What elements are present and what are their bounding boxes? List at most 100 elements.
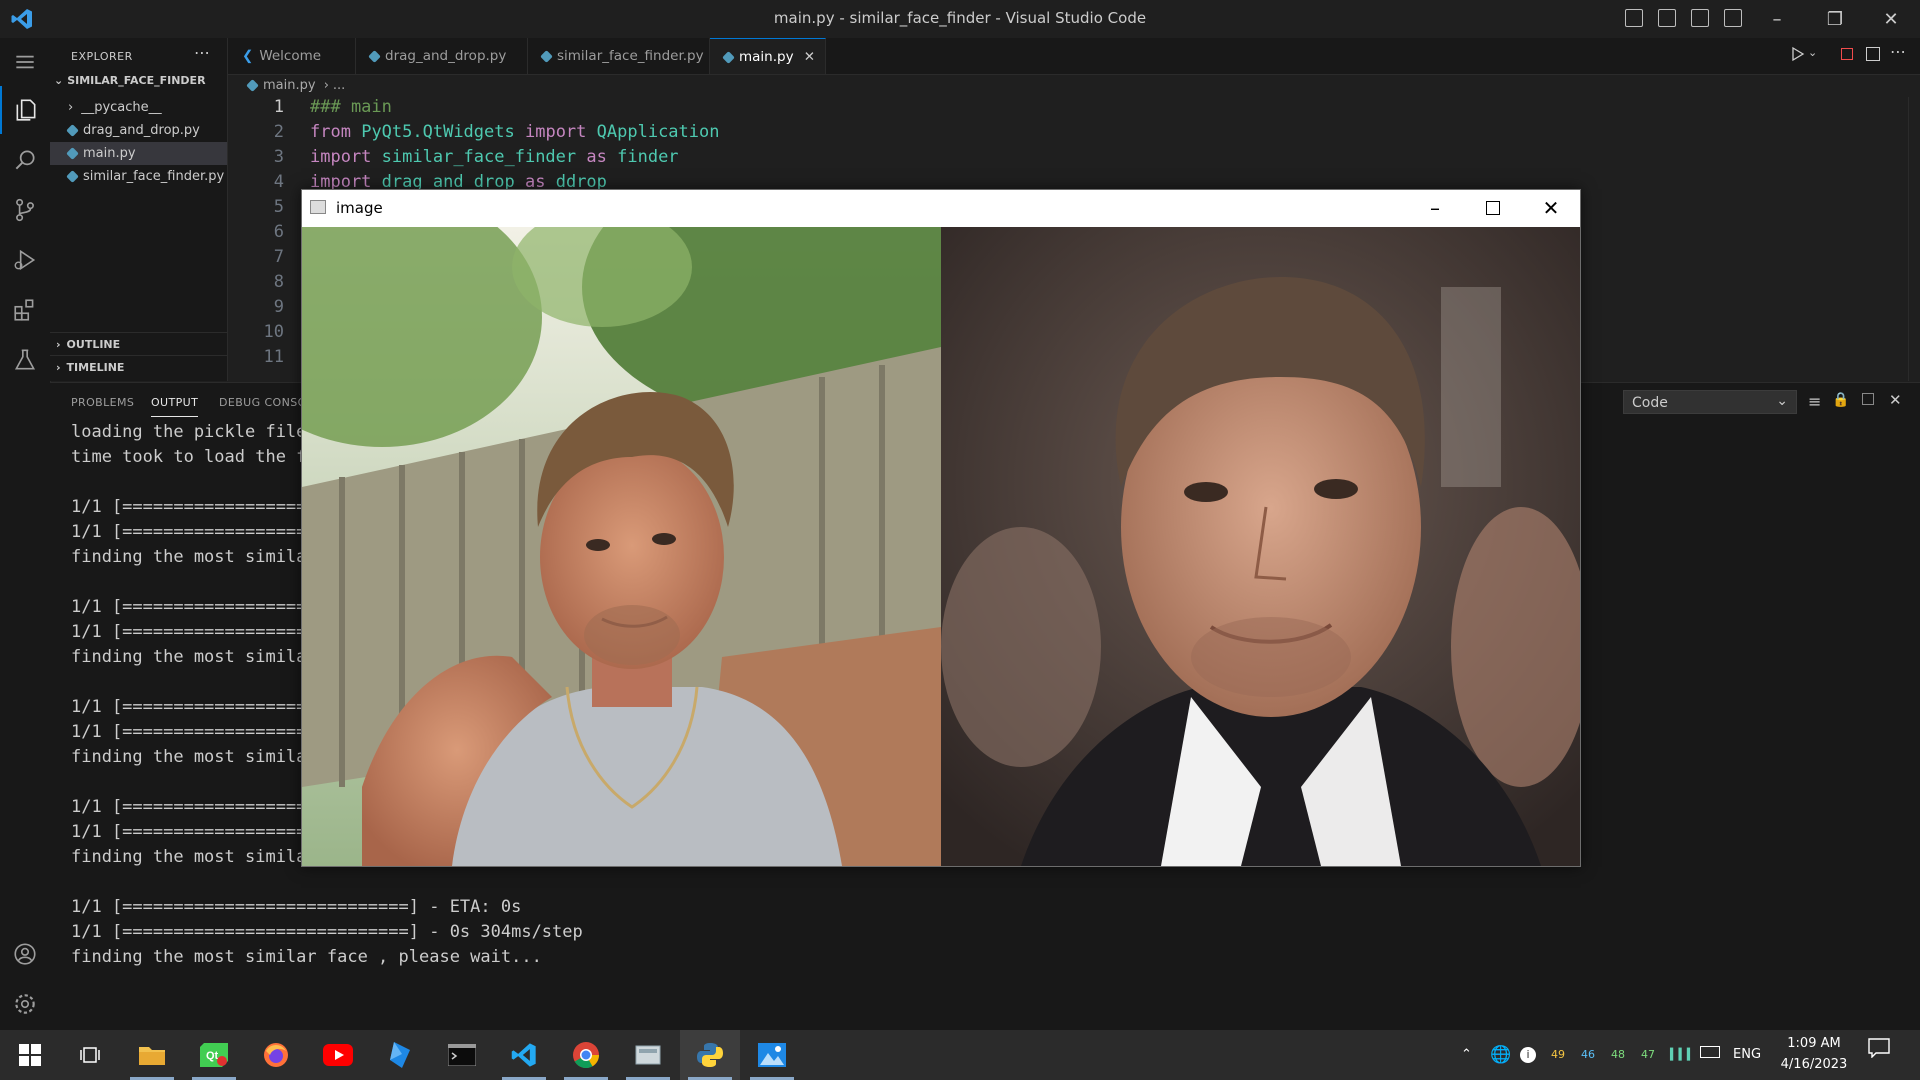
app-icon[interactable] bbox=[370, 1030, 430, 1080]
explorer-icon[interactable] bbox=[0, 86, 50, 134]
close-button[interactable]: ✕ bbox=[1522, 190, 1580, 226]
clear-output-icon[interactable]: ≡ bbox=[1808, 392, 1821, 411]
qt-icon[interactable]: Qt bbox=[184, 1030, 244, 1080]
line-number: 2 bbox=[273, 122, 284, 142]
accessibility-icon[interactable]: i bbox=[1520, 1030, 1536, 1080]
settings-gear-icon[interactable] bbox=[0, 980, 50, 1028]
run-debug-icon[interactable] bbox=[0, 236, 50, 284]
task-view-icon[interactable] bbox=[60, 1030, 120, 1080]
explorer-header: EXPLORER bbox=[71, 50, 133, 63]
outline-section[interactable]: › OUTLINE bbox=[56, 338, 120, 351]
photos-icon[interactable] bbox=[742, 1030, 802, 1080]
chrome-icon[interactable] bbox=[556, 1030, 616, 1080]
minimize-button[interactable]: – bbox=[1748, 0, 1806, 38]
maximize-panel-icon[interactable] bbox=[1862, 393, 1874, 405]
start-icon[interactable] bbox=[0, 1030, 60, 1080]
matched-face-photo bbox=[941, 227, 1580, 866]
tray-counter: 46 bbox=[1581, 1048, 1595, 1061]
clock-time[interactable]: 1:09 AM bbox=[1778, 1034, 1850, 1054]
search-icon[interactable] bbox=[0, 136, 50, 184]
battery-icon[interactable] bbox=[1700, 1030, 1720, 1080]
tab-problems[interactable]: PROBLEMS bbox=[71, 396, 134, 409]
line-number: 4 bbox=[273, 172, 284, 192]
code-token: similar_face_finder bbox=[381, 147, 577, 167]
network-globe-icon[interactable]: 🌐 bbox=[1490, 1030, 1511, 1080]
close-button[interactable]: ✕ bbox=[1862, 0, 1920, 38]
tree-folder-pycache[interactable]: › __pycache__ bbox=[50, 96, 227, 119]
tab-output[interactable]: OUTPUT bbox=[151, 396, 199, 417]
code-token: as bbox=[586, 147, 607, 167]
vscode-icon[interactable] bbox=[494, 1030, 554, 1080]
line-number: 5 bbox=[273, 197, 284, 217]
close-tab-icon[interactable]: ✕ bbox=[804, 39, 815, 75]
testing-icon[interactable] bbox=[0, 336, 50, 384]
extensions-icon[interactable] bbox=[0, 286, 50, 334]
language-indicator[interactable]: ENG bbox=[1733, 1030, 1761, 1080]
code-line: import similar_face_finder as finder bbox=[310, 147, 679, 167]
svg-text:Qt: Qt bbox=[206, 1050, 219, 1062]
accounts-icon[interactable] bbox=[0, 930, 50, 978]
tree-file-main[interactable]: main.py bbox=[50, 142, 227, 165]
file-explorer-icon[interactable] bbox=[122, 1030, 182, 1080]
toggle-panel-icon[interactable] bbox=[1658, 9, 1676, 27]
customize-layout-icon[interactable] bbox=[1724, 9, 1742, 27]
code-token: import bbox=[310, 147, 372, 167]
tab-drag-and-drop[interactable]: drag_and_drop.py bbox=[356, 38, 528, 74]
breadcrumb-file[interactable]: main.py bbox=[263, 78, 316, 93]
output-channel-select[interactable]: Code ⌄ bbox=[1623, 390, 1797, 414]
menu-icon[interactable] bbox=[0, 38, 50, 86]
breadcrumb-symbol[interactable]: ... bbox=[333, 78, 345, 93]
show-hidden-icons[interactable]: ⌃ bbox=[1461, 1030, 1472, 1080]
run-options-chevron-icon[interactable]: ⌄ bbox=[1808, 46, 1817, 59]
tab-similar-face-finder[interactable]: similar_face_finder.py bbox=[528, 38, 710, 74]
image-window[interactable]: image – ✕ bbox=[301, 189, 1581, 867]
maximize-button[interactable] bbox=[1464, 190, 1522, 226]
chevron-down-icon: ⌄ bbox=[54, 74, 64, 87]
output-line: 1/1 [============================] - 0s … bbox=[71, 922, 583, 942]
output-line: 1/1 [============================] - ETA… bbox=[71, 897, 522, 917]
code-token: finder bbox=[617, 147, 679, 167]
toggle-primary-sidebar-icon[interactable] bbox=[1625, 9, 1643, 27]
workspace-root[interactable]: ⌄ SIMILAR_FACE_FINDER bbox=[54, 74, 206, 87]
source-control-icon[interactable] bbox=[0, 186, 50, 234]
notifications-icon[interactable] bbox=[1868, 1030, 1890, 1080]
more-actions-icon[interactable]: ⋯ bbox=[194, 43, 210, 62]
explorer-sidebar: EXPLORER ⋯ ⌄ SIMILAR_FACE_FINDER › __pycac… bbox=[50, 38, 228, 381]
code-token: QApplication bbox=[596, 122, 720, 142]
restore-button[interactable]: ❐ bbox=[1806, 0, 1864, 38]
tree-file-drag-and-drop[interactable]: drag_and_drop.py bbox=[50, 119, 227, 142]
minimize-button[interactable]: – bbox=[1406, 190, 1464, 226]
code-line: ### main bbox=[310, 97, 392, 117]
split-editor-icon[interactable] bbox=[1866, 47, 1880, 61]
firefox-icon[interactable] bbox=[246, 1030, 306, 1080]
output-line: time took to load the file bbox=[71, 447, 338, 467]
stop-icon[interactable] bbox=[1841, 48, 1853, 60]
timeline-section[interactable]: › TIMELINE bbox=[56, 361, 124, 374]
window-app-icon bbox=[310, 200, 326, 214]
clock-date[interactable]: 4/16/2023 bbox=[1772, 1055, 1856, 1075]
code-token: import bbox=[524, 122, 587, 142]
toggle-secondary-sidebar-icon[interactable] bbox=[1691, 9, 1709, 27]
tab-welcome[interactable]: ❮ Welcome bbox=[228, 38, 356, 74]
files-icon[interactable] bbox=[618, 1030, 678, 1080]
python-icon bbox=[540, 49, 553, 63]
editor-scrollbar[interactable] bbox=[1908, 97, 1920, 381]
line-number: 1 bbox=[273, 97, 284, 117]
tray-signal-icon[interactable]: ▍▍▍ bbox=[1670, 1030, 1695, 1080]
terminal-icon[interactable] bbox=[432, 1030, 492, 1080]
youtube-icon[interactable] bbox=[308, 1030, 368, 1080]
tree-file-similar-face-finder[interactable]: similar_face_finder.py bbox=[50, 165, 227, 188]
close-panel-icon[interactable]: ✕ bbox=[1889, 391, 1902, 409]
more-actions-icon[interactable]: ⋯ bbox=[1890, 42, 1906, 61]
chevron-right-icon: › bbox=[56, 361, 61, 374]
tab-main[interactable]: main.py ✕ bbox=[710, 38, 826, 74]
line-number: 11 bbox=[263, 347, 284, 367]
run-python-icon[interactable] bbox=[1791, 46, 1805, 66]
python-icon[interactable] bbox=[680, 1030, 740, 1080]
taskbar: Qt ⌃ 🌐 i 49 46 48 47 ▍▍▍ ENG 1:09 AM 4/1… bbox=[0, 1030, 1920, 1080]
code-token: PyQt5.QtWidgets bbox=[361, 122, 515, 142]
chevron-right-icon: › bbox=[68, 100, 74, 115]
lock-scroll-icon[interactable]: 🔒 bbox=[1832, 392, 1849, 408]
code-token: from bbox=[310, 122, 351, 142]
vscode-icon: ❮ bbox=[242, 48, 254, 64]
